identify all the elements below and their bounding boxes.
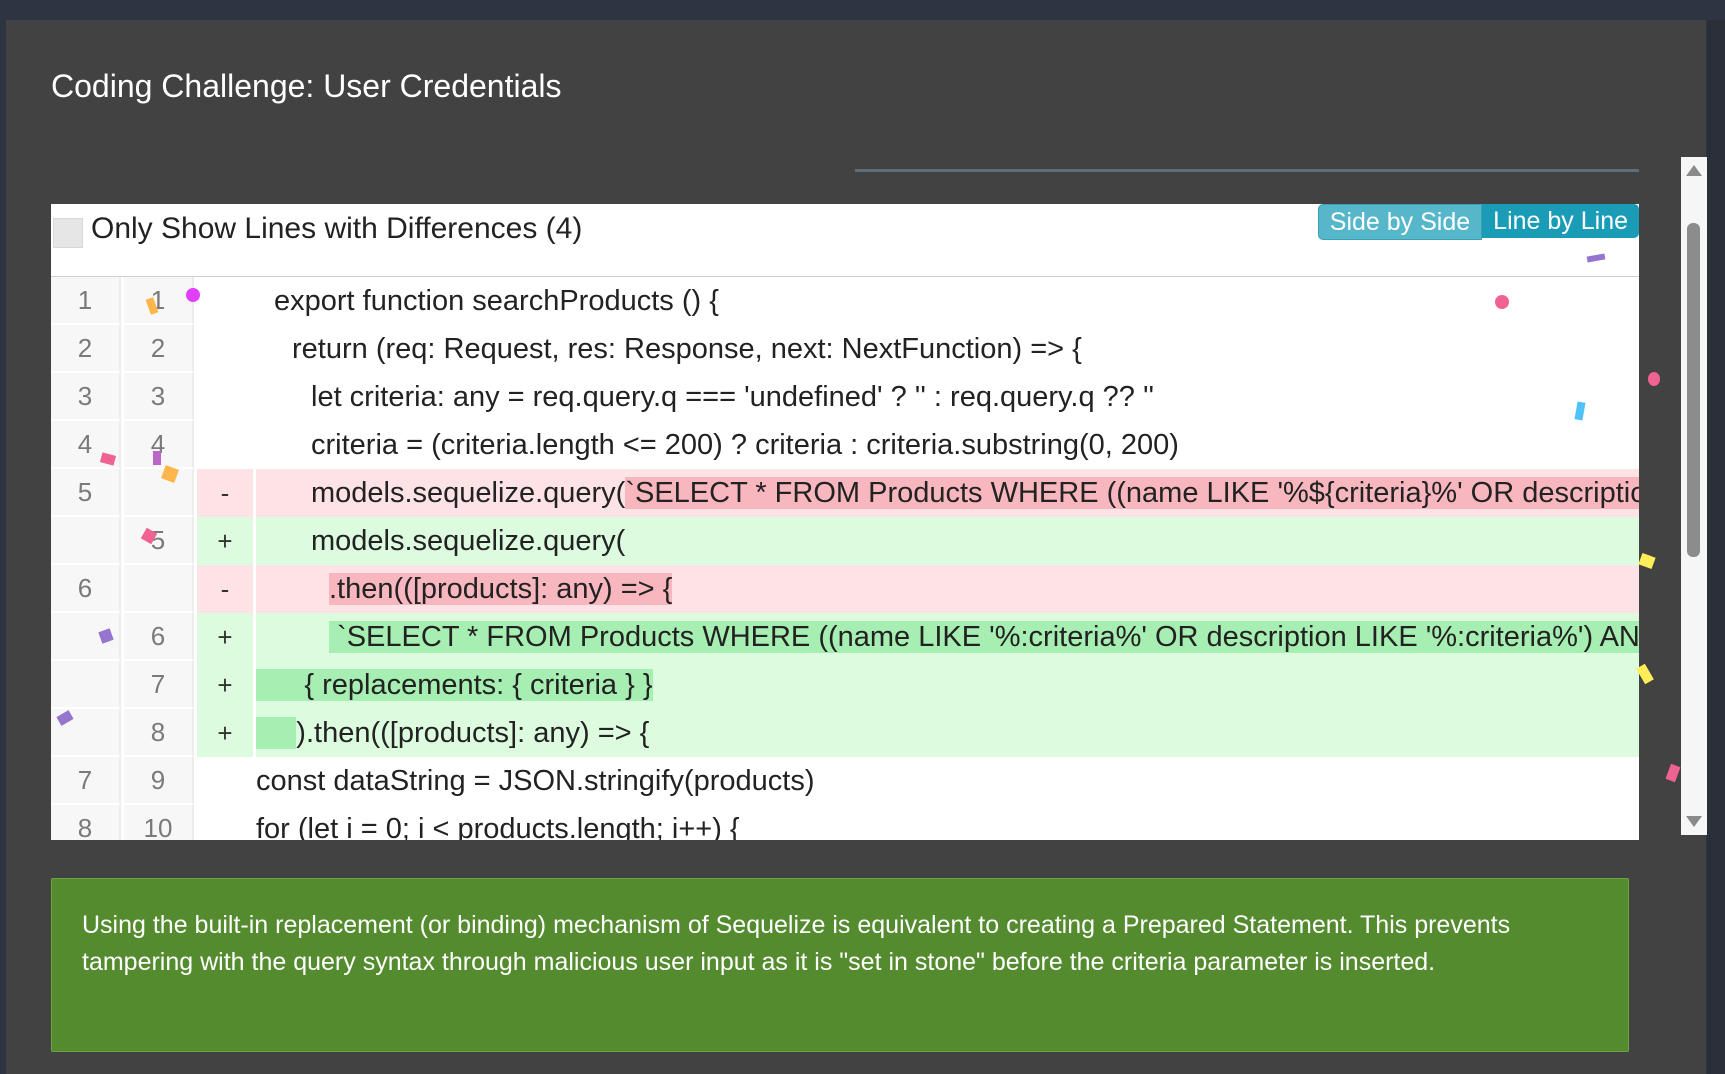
- code-text: models.sequelize.query(: [311, 525, 626, 557]
- code-text: const dataString = JSON.stringify(produc…: [256, 765, 815, 797]
- old-line-number: 6: [51, 565, 121, 613]
- changed-code-highlight: `SELECT * FROM Products WHERE ((name LIK…: [329, 621, 1639, 653]
- diff-operator: [197, 421, 253, 469]
- code-line: const dataString = JSON.stringify(produc…: [256, 757, 1639, 805]
- code-text: ).then(([products]: any) => {: [296, 717, 650, 749]
- diff-header: Only Show Lines with Differences (4) Sid…: [51, 204, 1639, 277]
- confetti-piece: [1495, 295, 1509, 309]
- code-line: return (req: Request, res: Response, nex…: [256, 325, 1639, 373]
- diff-operator: [197, 277, 253, 325]
- code-line: models.sequelize.query(: [256, 517, 1639, 565]
- new-line-number: [124, 469, 194, 517]
- changed-code-highlight: [256, 717, 297, 749]
- changed-code-highlight: { replacements: { criteria } }: [256, 669, 653, 701]
- old-line-number: 5: [51, 469, 121, 517]
- code-line: { replacements: { criteria } }: [256, 661, 1639, 709]
- diff-row-context: 8 10 for (let i = 0; i < products.length; …: [51, 805, 1639, 840]
- diff-row-context: 4 4 criteria = (criteria.length <= 200) ? …: [51, 421, 1639, 469]
- code-line: for (let i = 0; i < products.length; i++…: [256, 805, 1639, 840]
- diff-row-added: 6 + `SELECT * FROM Products WHERE ((name …: [51, 613, 1639, 661]
- line-by-line-button[interactable]: Line by Line: [1482, 204, 1639, 238]
- diff-operator: +: [197, 661, 253, 709]
- differences-only-checkbox[interactable]: [53, 218, 83, 248]
- new-line-number: 7: [124, 661, 194, 709]
- old-line-number: 7: [51, 757, 121, 805]
- old-line-number: [51, 661, 121, 709]
- view-mode-toggle: Side by Side Line by Line: [1317, 204, 1639, 240]
- new-line-number: 9: [124, 757, 194, 805]
- diff-row-context: 7 9 const dataString = JSON.stringify(prod…: [51, 757, 1639, 805]
- diff-lines: 1 1 export function searchProducts () { 2 2 r…: [51, 277, 1639, 840]
- diff-operator: [197, 757, 253, 805]
- new-line-number: [124, 565, 194, 613]
- code-text: export function searchProducts () {: [274, 285, 719, 317]
- code-text: let criteria: any = req.query.q === 'und…: [311, 381, 1155, 413]
- differences-only-label[interactable]: Only Show Lines with Differences (4): [91, 212, 582, 246]
- new-line-number: 5: [124, 517, 194, 565]
- progress-indicator: [855, 169, 1639, 172]
- code-line: .then(([products]: any) => {: [256, 565, 1639, 613]
- confetti-piece: [153, 451, 161, 465]
- old-line-number: 2: [51, 325, 121, 373]
- new-line-number: 1: [124, 277, 194, 325]
- scroll-up-icon[interactable]: [1686, 165, 1702, 176]
- code-text: models.sequelize.query(: [311, 477, 626, 509]
- new-line-number: 10: [124, 805, 194, 840]
- diff-row-context: 2 2 return (req: Request, res: Response, n…: [51, 325, 1639, 373]
- code-line: export function searchProducts () {: [256, 277, 1639, 325]
- diff-row-added: 5 + models.sequelize.query(: [51, 517, 1639, 565]
- old-line-number: 3: [51, 373, 121, 421]
- code-line: models.sequelize.query(`SELECT * FROM Pr…: [256, 469, 1639, 517]
- diff-operator: +: [197, 613, 253, 661]
- old-line-number: 1: [51, 277, 121, 325]
- diff-operator: -: [197, 469, 253, 517]
- diff-operator: [197, 325, 253, 373]
- diff-operator: -: [197, 565, 253, 613]
- diff-row-added: 8 + ).then(([products]: any) => {: [51, 709, 1639, 757]
- diff-row-context: 1 1 export function searchProducts () {: [51, 277, 1639, 325]
- background-page-edge: [1707, 20, 1725, 1074]
- code-line: let criteria: any = req.query.q === 'und…: [256, 373, 1639, 421]
- new-line-number: 8: [124, 709, 194, 757]
- changed-code-highlight: `SELECT * FROM Products WHERE ((name LIK…: [625, 477, 1639, 509]
- code-line: ).then(([products]: any) => {: [256, 709, 1639, 757]
- diff-operator: [197, 373, 253, 421]
- scroll-thumb[interactable]: [1687, 223, 1700, 557]
- diff-row-added: 7 + { replacements: { criteria } }: [51, 661, 1639, 709]
- diff-row-context: 3 3 let criteria: any = req.query.q === 'u…: [51, 373, 1639, 421]
- scroll-down-icon[interactable]: [1686, 816, 1702, 827]
- code-text: return (req: Request, res: Response, nex…: [292, 333, 1082, 365]
- diff-operator: +: [197, 709, 253, 757]
- changed-code-highlight: .then(([products]: any) => {: [329, 573, 673, 605]
- new-line-number: 6: [124, 613, 194, 661]
- new-line-number: 3: [124, 373, 194, 421]
- explanation-box: Using the built-in replacement (or bindi…: [51, 878, 1629, 1052]
- old-line-number: 8: [51, 805, 121, 840]
- diff-operator: +: [197, 517, 253, 565]
- code-line: `SELECT * FROM Products WHERE ((name LIK…: [256, 613, 1639, 661]
- old-line-number: [51, 517, 121, 565]
- diff-row-deleted: 5- models.sequelize.query(`SELECT * FROM …: [51, 469, 1639, 517]
- code-text: for (let i = 0; i < products.length; i++…: [256, 813, 740, 840]
- dialog-title: Coding Challenge: User Credentials: [51, 68, 562, 104]
- confetti-piece: [1648, 372, 1660, 386]
- new-line-number: 2: [124, 325, 194, 373]
- diff-row-deleted: 6 - .then(([products]: any) => {: [51, 565, 1639, 613]
- confetti-piece: [186, 288, 200, 302]
- challenge-dialog: Coding Challenge: User Credentials Only …: [6, 20, 1706, 1074]
- code-line: criteria = (criteria.length <= 200) ? cr…: [256, 421, 1639, 469]
- diff-viewer: Only Show Lines with Differences (4) Sid…: [51, 204, 1639, 840]
- diff-operator: [197, 805, 253, 840]
- vertical-scrollbar[interactable]: [1681, 157, 1707, 835]
- side-by-side-button[interactable]: Side by Side: [1317, 204, 1483, 240]
- code-text: criteria = (criteria.length <= 200) ? cr…: [311, 429, 1179, 461]
